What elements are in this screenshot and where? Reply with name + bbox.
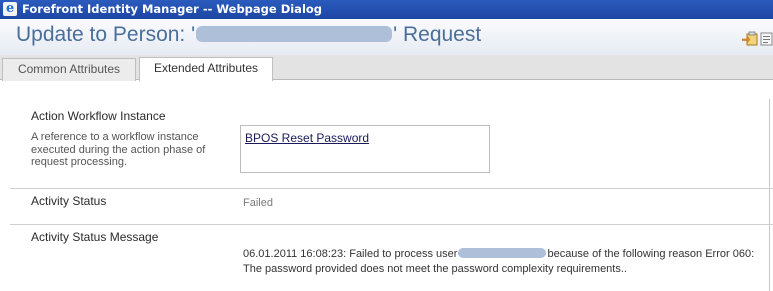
tab-common-attributes[interactable]: Common Attributes <box>2 58 136 81</box>
status-message-line1: 06.01.2011 16:08:23: Failed to process u… <box>243 247 773 262</box>
window-titlebar: Forefront Identity Manager -- Webpage Di… <box>0 0 773 19</box>
status-message-part1: 06.01.2011 16:08:23: Failed to process u… <box>243 248 458 260</box>
tab-extended-attributes[interactable]: Extended Attributes <box>139 57 273 81</box>
window-title: Forefront Identity Manager -- Webpage Di… <box>22 2 323 16</box>
scroll-icon[interactable] <box>760 32 773 46</box>
ie-icon <box>3 0 17 18</box>
status-message-line2: The password provided does not meet the … <box>243 263 627 275</box>
divider <box>10 224 773 225</box>
redacted-name <box>196 26 393 42</box>
redacted-user <box>458 248 547 258</box>
export-icon[interactable] <box>742 31 758 46</box>
status-message-part2: because of the following reason Error 06… <box>547 248 755 260</box>
status-label: Activity Status <box>31 194 107 208</box>
workflow-value-box: BPOS Reset Password <box>240 125 490 173</box>
status-value: Failed <box>243 197 273 209</box>
workflow-label: Action Workflow Instance <box>31 109 166 123</box>
page-title-suffix: ' Request <box>393 23 482 46</box>
page-title: Update to Person: ' ' Request <box>16 23 481 47</box>
divider <box>10 188 773 189</box>
page-title-prefix: Update to Person: ' <box>16 23 196 46</box>
tab-strip: Common Attributes Extended Attributes <box>0 55 773 81</box>
workflow-link[interactable]: BPOS Reset Password <box>245 131 369 145</box>
workflow-description: A reference to a workflow instance execu… <box>31 131 206 168</box>
attributes-panel: Action Workflow Instance A reference to … <box>0 81 773 291</box>
status-message-label: Activity Status Message <box>31 230 159 244</box>
page-header: Update to Person: ' ' Request <box>0 19 773 55</box>
status-message-value: 06.01.2011 16:08:23: Failed to process u… <box>243 247 773 277</box>
